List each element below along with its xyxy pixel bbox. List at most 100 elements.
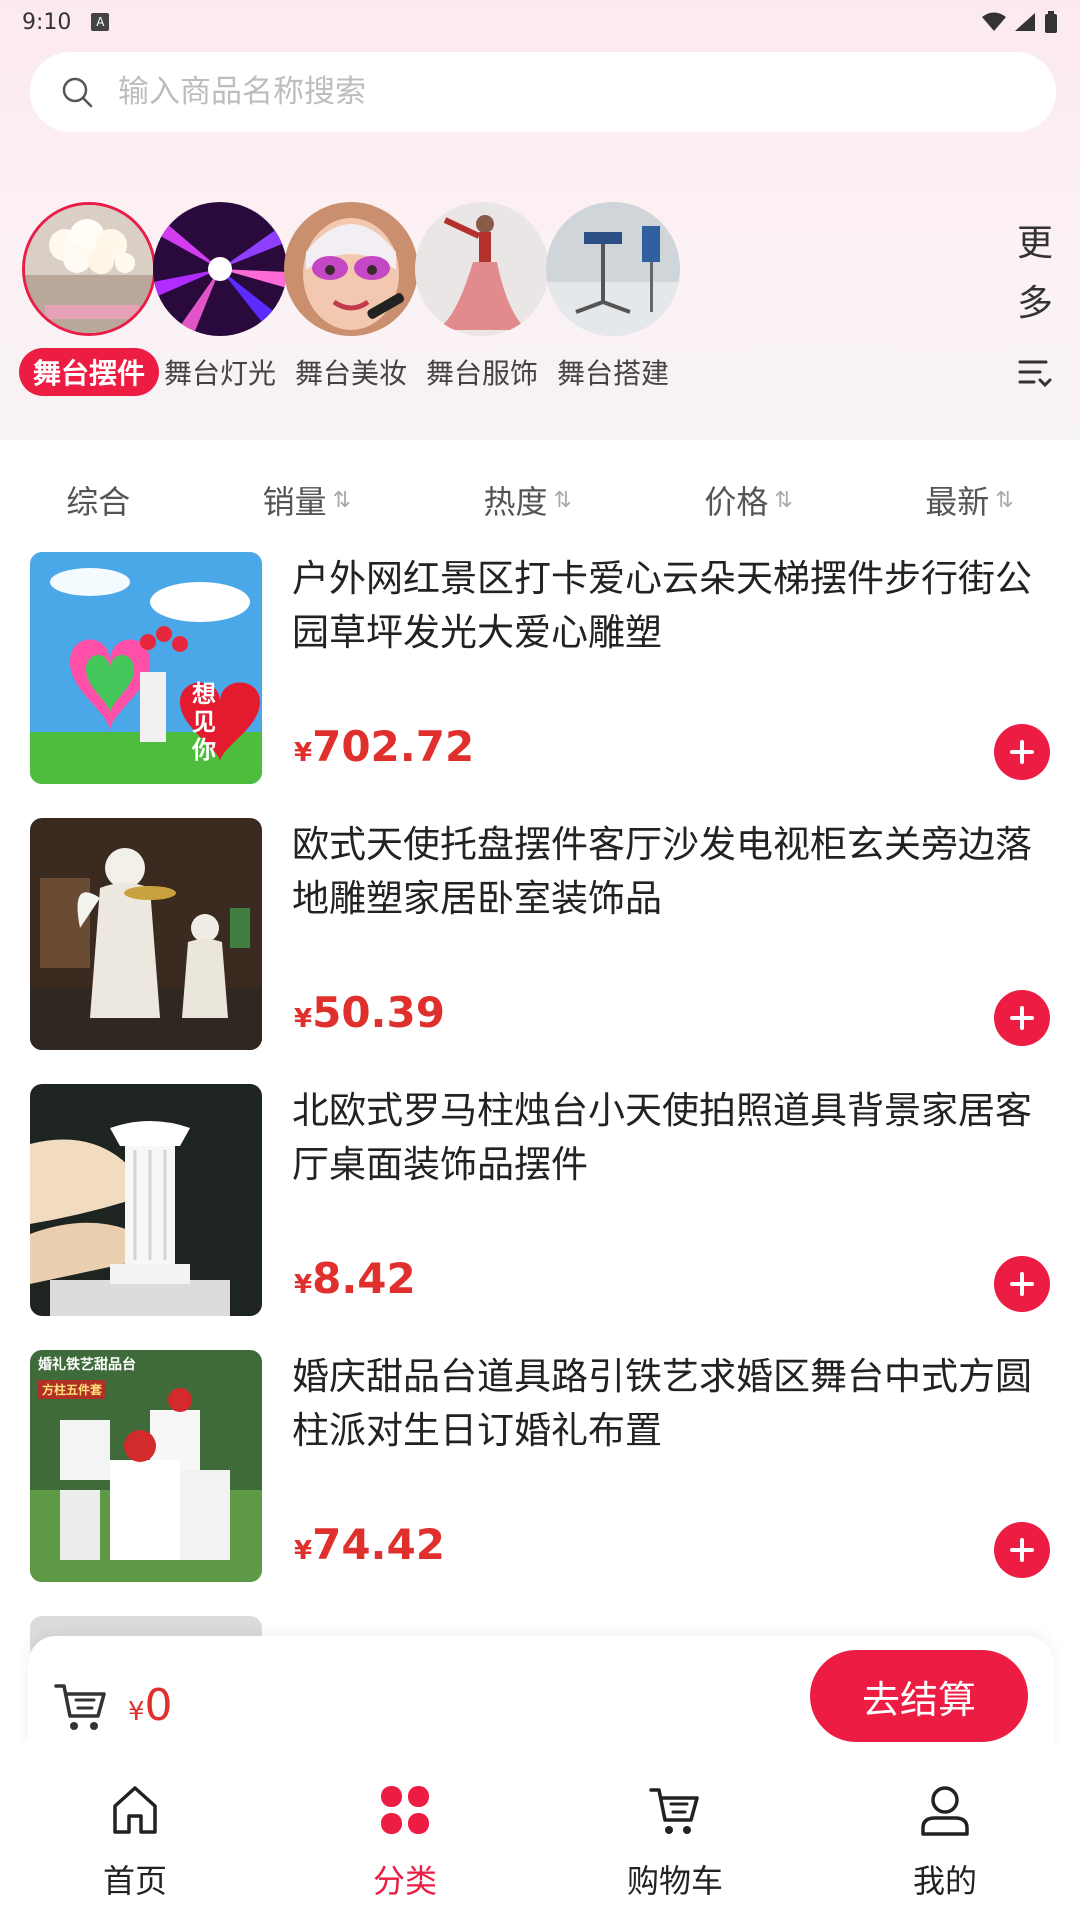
- add-to-cart-button[interactable]: [994, 1256, 1050, 1312]
- battery-icon: [1045, 11, 1057, 33]
- signal-icon: [1015, 13, 1035, 31]
- sort-tab-label: 销量: [262, 483, 327, 521]
- plus-icon: [1010, 740, 1034, 764]
- product-item[interactable]: 婚礼铁艺甜品台 方柱五件套 婚庆甜品台道具路引铁艺求婚区舞台中式方圆柱派对生日订…: [30, 1350, 1050, 1616]
- category-label: 舞台搭建: [556, 357, 669, 390]
- status-time: 9:10: [22, 9, 72, 35]
- sort-tab-comprehensive[interactable]: 综合: [66, 477, 130, 523]
- product-image-angel-tray[interactable]: [30, 818, 262, 1050]
- plus-icon: [1010, 1538, 1034, 1562]
- notification-a-icon: A: [91, 13, 110, 31]
- category-label: 舞台摆件: [18, 348, 159, 396]
- cart-total-value: 0: [144, 1680, 173, 1731]
- status-right: [982, 11, 1058, 33]
- price-value: 50.39: [312, 988, 445, 1037]
- sort-arrows-icon: ⇅: [332, 487, 352, 513]
- image-subcaption: 方柱五件套: [38, 1380, 107, 1399]
- more-label-line2: 多: [1016, 283, 1053, 324]
- category-item-stage-costume[interactable]: 舞台服饰: [407, 202, 557, 396]
- cart-icon: [649, 1788, 699, 1834]
- more-categories-button[interactable]: 更 多: [1010, 214, 1060, 334]
- product-title[interactable]: 婚庆甜品台道具路引铁艺求婚区舞台中式方圆柱派对生日订婚礼布置: [292, 1350, 1050, 1458]
- plus-icon: [1010, 1272, 1034, 1296]
- menu-expand-icon[interactable]: [1016, 356, 1052, 392]
- product-item[interactable]: 欧式天使托盘摆件客厅沙发电视柜玄关旁边落地雕塑家居卧室装饰品 ¥50.39: [30, 818, 1050, 1084]
- product-title[interactable]: 户外网红景区打卡爱心云朵天梯摆件步行街公园草坪发光大爱心雕塑: [292, 552, 1050, 660]
- nav-label: 我的: [912, 1862, 977, 1900]
- checkout-button[interactable]: 去结算: [810, 1650, 1028, 1742]
- search-input[interactable]: [116, 73, 920, 111]
- category-label: 舞台服饰: [425, 357, 538, 390]
- plus-icon: [1010, 1006, 1034, 1030]
- product-item[interactable]: 北欧式罗马柱烛台小天使拍照道具背景家居客厅桌面装饰品摆件 ¥8.42: [30, 1084, 1050, 1350]
- product-price: ¥50.39: [294, 988, 445, 1037]
- product-price: ¥702.72: [294, 722, 474, 771]
- nav-label: 首页: [102, 1862, 167, 1900]
- category-image-stage-lighting: [153, 202, 287, 336]
- category-item-stage-ornaments[interactable]: 舞台摆件: [14, 202, 164, 396]
- wifi-icon: [982, 12, 1006, 31]
- sort-tab-label: 最新: [925, 483, 990, 521]
- product-item[interactable]: 想见你 户外网红景区打卡爱心云朵天梯摆件步行街公园草坪发光大爱心雕塑 ¥702.…: [30, 552, 1050, 818]
- nav-label: 分类: [372, 1862, 437, 1900]
- nav-item-cart[interactable]: 购物车: [575, 1782, 775, 1902]
- add-to-cart-button[interactable]: [994, 1522, 1050, 1578]
- sort-tab-newest[interactable]: 最新 ⇅: [925, 477, 1013, 523]
- image-caption: 婚礼铁艺甜品台: [38, 1357, 136, 1373]
- add-to-cart-button[interactable]: [994, 990, 1050, 1046]
- bottom-nav: 首页 分类 购物车 我的: [0, 1742, 1080, 1920]
- category-image-stage-setup: [546, 202, 680, 336]
- price-value: 8.42: [312, 1254, 416, 1303]
- status-left: 9:10 A: [22, 9, 110, 35]
- sort-bar: 综合 销量 ⇅ 热度 ⇅ 价格 ⇅ 最新 ⇅: [0, 470, 1080, 530]
- category-image-stage-ornaments: [22, 202, 156, 336]
- category-row: 舞台摆件 舞台灯光 舞台美妆 舞台服饰 舞台搭建: [14, 202, 1014, 402]
- category-icon: [381, 1786, 429, 1834]
- nav-label: 购物车: [626, 1862, 723, 1900]
- product-image-dessert-table-columns[interactable]: 婚礼铁艺甜品台 方柱五件套: [30, 1350, 262, 1582]
- cart-total: ¥0: [128, 1680, 173, 1731]
- nav-item-profile[interactable]: 我的: [845, 1782, 1045, 1902]
- category-image-stage-makeup: [284, 202, 418, 336]
- product-price: ¥74.42: [294, 1520, 445, 1569]
- category-label: 舞台灯光: [163, 357, 276, 390]
- price-currency: ¥: [294, 1004, 313, 1034]
- product-image-roman-column[interactable]: [30, 1084, 262, 1316]
- category-item-stage-makeup[interactable]: 舞台美妆: [276, 202, 426, 396]
- category-item-stage-setup[interactable]: 舞台搭建: [538, 202, 688, 396]
- sort-arrows-icon: ⇅: [553, 487, 572, 513]
- search-bar[interactable]: [30, 52, 1056, 132]
- sort-arrows-icon: ⇅: [774, 487, 793, 513]
- search-icon: [62, 77, 93, 108]
- sort-tab-label: 热度: [483, 483, 548, 521]
- price-currency: ¥: [294, 1536, 313, 1566]
- product-title[interactable]: 北欧式罗马柱烛台小天使拍照道具背景家居客厅桌面装饰品摆件: [292, 1084, 1050, 1192]
- price-currency: ¥: [294, 738, 313, 768]
- profile-icon: [921, 1786, 969, 1836]
- screen: 9:10 A 输入商品名称搜索 舞台摆件 舞台灯光 舞台美妆 舞台服饰 舞台搭建…: [0, 0, 1080, 1920]
- category-item-stage-lighting[interactable]: 舞台灯光: [145, 202, 295, 396]
- category-label: 舞台美妆: [294, 357, 407, 390]
- product-price: ¥8.42: [294, 1254, 416, 1303]
- more-label-line1: 更: [1016, 223, 1053, 264]
- sort-tab-price[interactable]: 价格 ⇅: [704, 477, 792, 523]
- price-currency: ¥: [294, 1270, 313, 1300]
- sort-tab-popularity[interactable]: 热度 ⇅: [484, 477, 572, 523]
- product-image-heart-sculpture[interactable]: 想见你: [30, 552, 262, 784]
- image-caption: 想见你: [192, 680, 216, 764]
- category-image-stage-costume: [415, 202, 549, 336]
- nav-item-category[interactable]: 分类: [305, 1782, 505, 1902]
- add-to-cart-button[interactable]: [994, 724, 1050, 780]
- sort-arrows-icon: ⇅: [995, 487, 1014, 513]
- price-value: 74.42: [312, 1520, 445, 1569]
- cart-currency: ¥: [128, 1697, 145, 1727]
- price-value: 702.72: [312, 722, 475, 771]
- cart-icon[interactable]: [54, 1682, 108, 1732]
- sort-tab-sales[interactable]: 销量 ⇅: [263, 477, 351, 523]
- nav-item-home[interactable]: 首页: [35, 1782, 235, 1902]
- status-bar: 9:10 A: [0, 0, 1080, 44]
- sort-tab-label: 价格: [704, 483, 769, 521]
- sort-tab-label: 综合: [66, 483, 131, 521]
- product-title[interactable]: 欧式天使托盘摆件客厅沙发电视柜玄关旁边落地雕塑家居卧室装饰品: [292, 818, 1050, 926]
- home-icon: [113, 1786, 157, 1834]
